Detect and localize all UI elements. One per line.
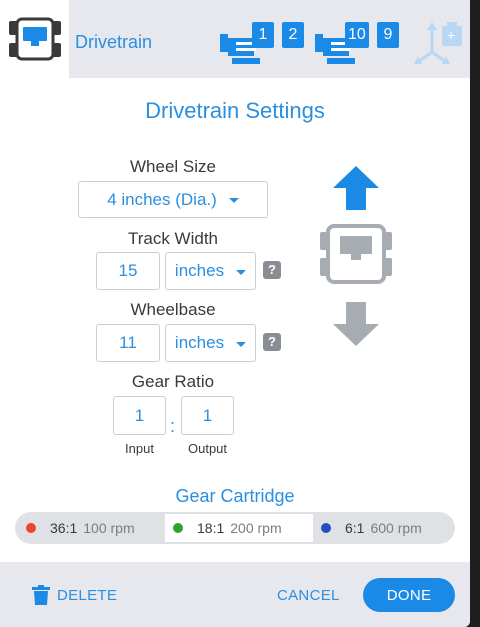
right-motor-group[interactable]: 10 9 <box>313 18 407 68</box>
cartridge-rpm: 100 rpm <box>83 520 135 536</box>
wheelbase-help-icon[interactable]: ? <box>263 333 281 351</box>
cartridge-option-18-1[interactable]: 18:1 200 rpm <box>165 514 313 542</box>
gear-ratio-separator: : <box>170 416 176 436</box>
wheel-size-value: 4 inches (Dia.) <box>107 189 217 209</box>
page-title: Drivetrain Settings <box>145 98 325 123</box>
green-cartridge-dot <box>173 523 183 533</box>
gear-ratio-output-label: Output <box>187 441 228 456</box>
chevron-down-icon <box>228 198 239 203</box>
chevron-down-icon <box>236 341 247 347</box>
cancel-button[interactable]: CANCEL <box>277 587 340 604</box>
wheelbase-label: Wheelbase <box>130 300 216 319</box>
gear-ratio-output-value: 1 <box>202 405 213 425</box>
add-sensor-button[interactable]: + <box>412 18 468 73</box>
track-width-input[interactable]: 15 <box>96 252 160 290</box>
port-badge-2: 2 <box>282 22 304 48</box>
trash-icon <box>32 585 50 605</box>
gear-ratio-input-field[interactable]: 1 <box>113 396 166 435</box>
delete-label: DELETE <box>57 586 118 604</box>
port-badge-1: 1 <box>252 22 274 48</box>
track-width-label: Track Width <box>127 229 219 248</box>
arrow-up-icon <box>333 166 379 210</box>
port-badge-9: 9 <box>377 22 399 48</box>
gyro-add-icon <box>414 22 462 64</box>
chevron-down-icon <box>236 269 247 275</box>
left-motor-group[interactable]: 1 2 <box>218 18 310 68</box>
header-title: Drivetrain <box>75 32 153 52</box>
drivetrain-device-icon[interactable] <box>0 0 69 78</box>
wheelbase-unit-select[interactable]: inches <box>165 324 256 362</box>
track-width-unit-select[interactable]: inches <box>165 252 256 290</box>
track-width-unit: inches <box>174 261 225 280</box>
robot-icon <box>320 224 392 284</box>
gear-ratio-input-label: Input <box>125 441 154 456</box>
cartridge-rpm: 600 rpm <box>370 520 422 536</box>
cartridge-ratio: 36:1 <box>50 520 78 536</box>
gear-cartridge-title: Gear Cartridge <box>175 486 295 506</box>
add-plus-glyph: + <box>447 27 456 43</box>
drivetrain-direction-diagram <box>320 166 392 346</box>
blue-cartridge-dot <box>321 523 331 533</box>
done-button[interactable]: DONE <box>363 578 455 612</box>
gear-ratio-input-value: 1 <box>134 405 145 425</box>
arrow-down-icon <box>333 302 379 346</box>
header-bar: Drivetrain 1 2 10 9 + <box>0 0 470 78</box>
port-badge-10: 10 <box>345 22 369 48</box>
cartridge-ratio: 18:1 <box>197 520 225 536</box>
track-width-value: 15 <box>118 261 138 280</box>
wheelbase-value: 11 <box>119 333 137 352</box>
gear-ratio-label: Gear Ratio <box>131 372 215 391</box>
wheelbase-input[interactable]: 11 <box>96 324 160 362</box>
wheel-size-label: Wheel Size <box>130 157 216 176</box>
cartridge-ratio: 6:1 <box>345 520 365 536</box>
cartridge-rpm: 200 rpm <box>230 520 282 536</box>
track-width-help-icon[interactable]: ? <box>263 261 281 279</box>
delete-button[interactable]: DELETE <box>32 583 117 607</box>
cartridge-option-6-1[interactable]: 6:1 600 rpm <box>321 512 451 544</box>
gear-cartridge-selector: 36:1 100 rpm 18:1 200 rpm 6:1 600 rpm <box>15 512 455 544</box>
cartridge-option-36-1[interactable]: 36:1 100 rpm <box>26 512 161 544</box>
drivetrain-settings-dialog: Drivetrain 1 2 10 9 + Drivetrain Setting… <box>0 0 470 627</box>
red-cartridge-dot <box>26 523 36 533</box>
wheelbase-unit: inches <box>174 333 225 352</box>
gear-ratio-output-field[interactable]: 1 <box>181 396 234 435</box>
wheel-size-select[interactable]: 4 inches (Dia.) <box>78 181 268 218</box>
